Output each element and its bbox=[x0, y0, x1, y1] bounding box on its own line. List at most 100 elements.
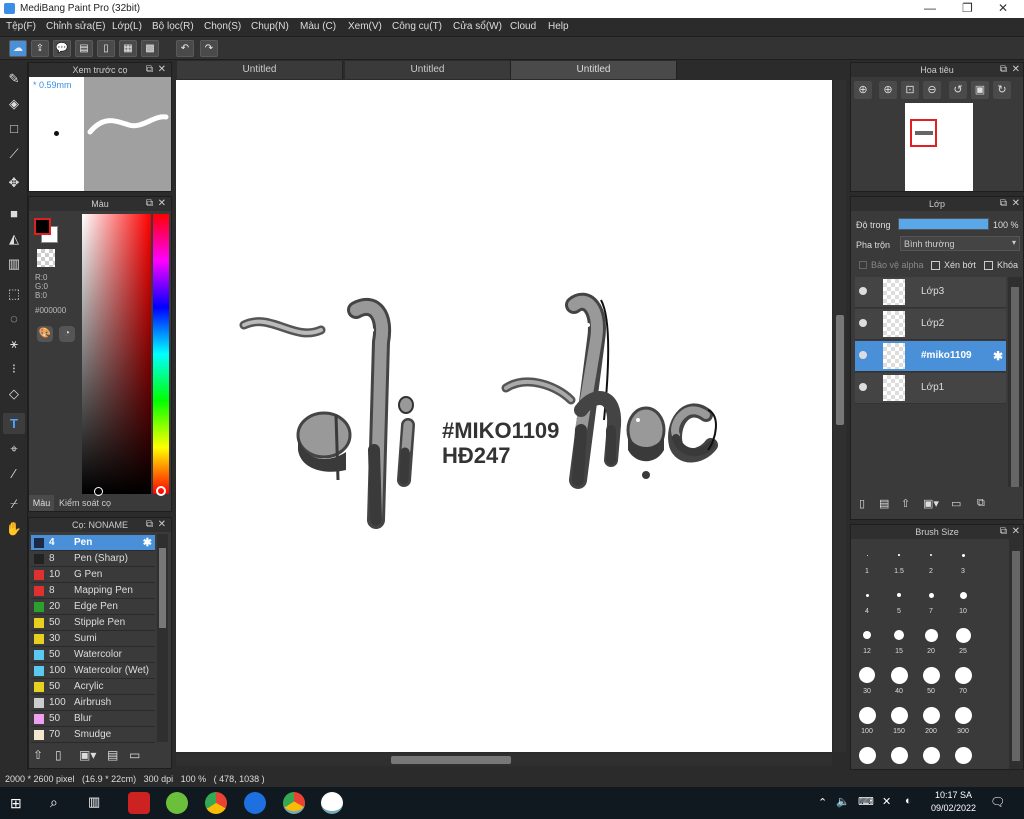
navigator-thumbnail[interactable] bbox=[905, 103, 973, 191]
windows-start-icon[interactable]: ⊞ bbox=[10, 795, 26, 811]
folder-icon[interactable]: ▭ bbox=[951, 497, 967, 513]
brush-list-item[interactable]: 30 Sumi bbox=[31, 631, 155, 647]
popout-icon[interactable]: ⧉ bbox=[146, 63, 153, 77]
brush-size-dot[interactable] bbox=[890, 706, 908, 724]
menu-filter[interactable]: Bộ lọc(R) bbox=[152, 21, 194, 32]
brush-size-dot[interactable] bbox=[865, 593, 869, 597]
cloud-layer-icon[interactable]: ⇧ bbox=[901, 497, 917, 513]
scroll-thumb[interactable] bbox=[1012, 551, 1020, 761]
select-rect-tool-icon[interactable]: ⬚ bbox=[3, 283, 25, 304]
notification-icon[interactable]: 🗨 bbox=[990, 795, 1005, 809]
gear-icon[interactable]: ✱ bbox=[993, 349, 1003, 363]
magic-wand-tool-icon[interactable]: ⚹ bbox=[3, 333, 25, 354]
app-taskbar-icon[interactable] bbox=[166, 792, 188, 814]
new-layer-icon[interactable]: ▯ bbox=[859, 497, 875, 513]
chrome-icon[interactable] bbox=[283, 792, 305, 814]
close-icon[interactable]: ✕ bbox=[158, 518, 166, 532]
scroll-thumb[interactable] bbox=[391, 756, 511, 764]
undo-icon[interactable]: ↶ bbox=[176, 40, 194, 57]
brush-size-dot[interactable] bbox=[922, 666, 940, 684]
operation-tool-icon[interactable]: ⌖ bbox=[3, 438, 25, 459]
palette-icon[interactable]: 🎨 bbox=[37, 326, 53, 342]
layer-row[interactable]: #miko1109 ✱ bbox=[855, 341, 1006, 372]
brush-size-dot[interactable] bbox=[955, 627, 971, 643]
hand-tool-icon[interactable]: ✋ bbox=[3, 518, 25, 539]
moon-icon[interactable]: ◐ bbox=[905, 795, 912, 807]
menu-color[interactable]: Màu (C) bbox=[300, 21, 336, 32]
gear-icon[interactable]: ✱ bbox=[143, 536, 152, 549]
eye-icon[interactable] bbox=[859, 351, 867, 359]
cloud-brush-icon[interactable]: ⇧ bbox=[33, 748, 51, 765]
layer-row[interactable]: Lớp2 bbox=[855, 309, 1006, 340]
zoom-in-icon[interactable]: ⊕ bbox=[879, 81, 897, 99]
tab-color[interactable]: Màu bbox=[29, 495, 54, 511]
speech-bubble-icon[interactable]: 💬 bbox=[53, 40, 71, 57]
color-set-icon[interactable]: ◔ bbox=[59, 326, 75, 342]
clock-date[interactable]: 09/02/2022 bbox=[931, 803, 976, 813]
fit-window-icon[interactable]: ▣ bbox=[971, 81, 989, 99]
transparent-color-swatch[interactable] bbox=[37, 249, 55, 267]
share-icon[interactable]: ⇪ bbox=[31, 40, 49, 57]
task-view-icon[interactable]: ▥ bbox=[88, 794, 106, 812]
brush-list-item[interactable]: 50 Blur bbox=[31, 711, 155, 727]
scroll-thumb[interactable] bbox=[1011, 287, 1019, 487]
folder-icon[interactable]: ▭ bbox=[129, 748, 147, 765]
menu-window[interactable]: Cửa sổ(W) bbox=[453, 21, 502, 32]
brush-size-dot[interactable] bbox=[859, 667, 875, 683]
brush-list-item[interactable]: 100 Watercolor (Wet) bbox=[31, 663, 155, 679]
drawing-canvas[interactable]: #MIKO1109 HĐ247 bbox=[176, 80, 832, 752]
zalo-icon[interactable] bbox=[244, 792, 266, 814]
tab-document-3[interactable]: Untitled bbox=[511, 61, 677, 79]
clock-time[interactable]: 10:17 SA bbox=[935, 790, 972, 800]
bucket-tool-icon[interactable]: ◭ bbox=[3, 228, 25, 249]
new-halftone-layer-icon[interactable]: ▤ bbox=[879, 497, 895, 513]
text-tool-icon[interactable]: T bbox=[3, 413, 25, 434]
layer-list-scrollbar[interactable] bbox=[1008, 277, 1022, 487]
actual-size-icon[interactable]: ⊡ bbox=[901, 81, 919, 99]
chrome-icon[interactable] bbox=[205, 792, 227, 814]
menu-view[interactable]: Xem(V) bbox=[348, 21, 382, 32]
scroll-thumb[interactable] bbox=[159, 548, 166, 628]
eye-icon[interactable] bbox=[859, 383, 867, 391]
close-icon[interactable]: ✕ bbox=[882, 795, 891, 808]
menu-help[interactable]: Help bbox=[548, 21, 569, 32]
brush-list-item[interactable]: 20 Edge Pen bbox=[31, 599, 155, 615]
brush-size-dot[interactable] bbox=[858, 746, 876, 764]
shape-tool-icon[interactable]: □ bbox=[3, 118, 25, 139]
new-brush-icon[interactable]: ▯ bbox=[55, 748, 73, 765]
close-icon[interactable]: ✕ bbox=[1012, 197, 1020, 211]
redo-icon[interactable]: ↷ bbox=[200, 40, 218, 57]
blend-mode-select[interactable]: Bình thường ▾ bbox=[900, 236, 1020, 251]
brush-tool-icon[interactable]: ✎ bbox=[3, 68, 25, 89]
rotate-left-icon[interactable]: ↺ bbox=[949, 81, 967, 99]
eye-icon[interactable] bbox=[859, 287, 867, 295]
line-tool-icon[interactable]: ⟋ bbox=[3, 143, 25, 164]
brush-size-dot[interactable] bbox=[890, 746, 908, 764]
layer-row[interactable]: Lớp3 bbox=[855, 277, 1006, 308]
canvas-vertical-scrollbar[interactable] bbox=[834, 80, 846, 752]
gradient-tool-icon[interactable]: ▥ bbox=[3, 253, 25, 274]
panel-icon[interactable]: ▦ bbox=[119, 40, 137, 57]
menu-select[interactable]: Chọn(S) bbox=[204, 21, 241, 32]
brush-size-dot[interactable] bbox=[928, 592, 934, 598]
brush-size-dot[interactable] bbox=[858, 706, 876, 724]
select-eraser-tool-icon[interactable]: ◇ bbox=[3, 383, 25, 404]
lasso-tool-icon[interactable]: ◌ bbox=[3, 308, 25, 329]
brush-size-dot[interactable] bbox=[866, 554, 868, 556]
duplicate-layer-icon[interactable]: ⧉ bbox=[977, 497, 993, 513]
text-box-icon[interactable]: ▤ bbox=[75, 40, 93, 57]
add-brush-icon[interactable]: ▣▾ bbox=[79, 748, 101, 765]
maximize-button[interactable]: ❐ bbox=[962, 1, 973, 15]
brush-size-dot[interactable] bbox=[930, 554, 932, 556]
brush-size-dot[interactable] bbox=[954, 706, 972, 724]
clipping-checkbox[interactable] bbox=[931, 261, 940, 270]
close-icon[interactable]: ✕ bbox=[1012, 525, 1020, 539]
brush-list-scrollbar[interactable] bbox=[157, 534, 168, 742]
saturation-value-picker[interactable] bbox=[82, 214, 151, 496]
hue-slider[interactable] bbox=[153, 214, 169, 496]
minimize-button[interactable]: — bbox=[924, 1, 936, 15]
brush-size-dot[interactable] bbox=[959, 591, 967, 599]
popout-icon[interactable]: ⧉ bbox=[146, 197, 153, 211]
page-icon[interactable]: ▯ bbox=[97, 40, 115, 57]
brush-list-item[interactable]: 4 Pen ✱ bbox=[31, 535, 155, 551]
